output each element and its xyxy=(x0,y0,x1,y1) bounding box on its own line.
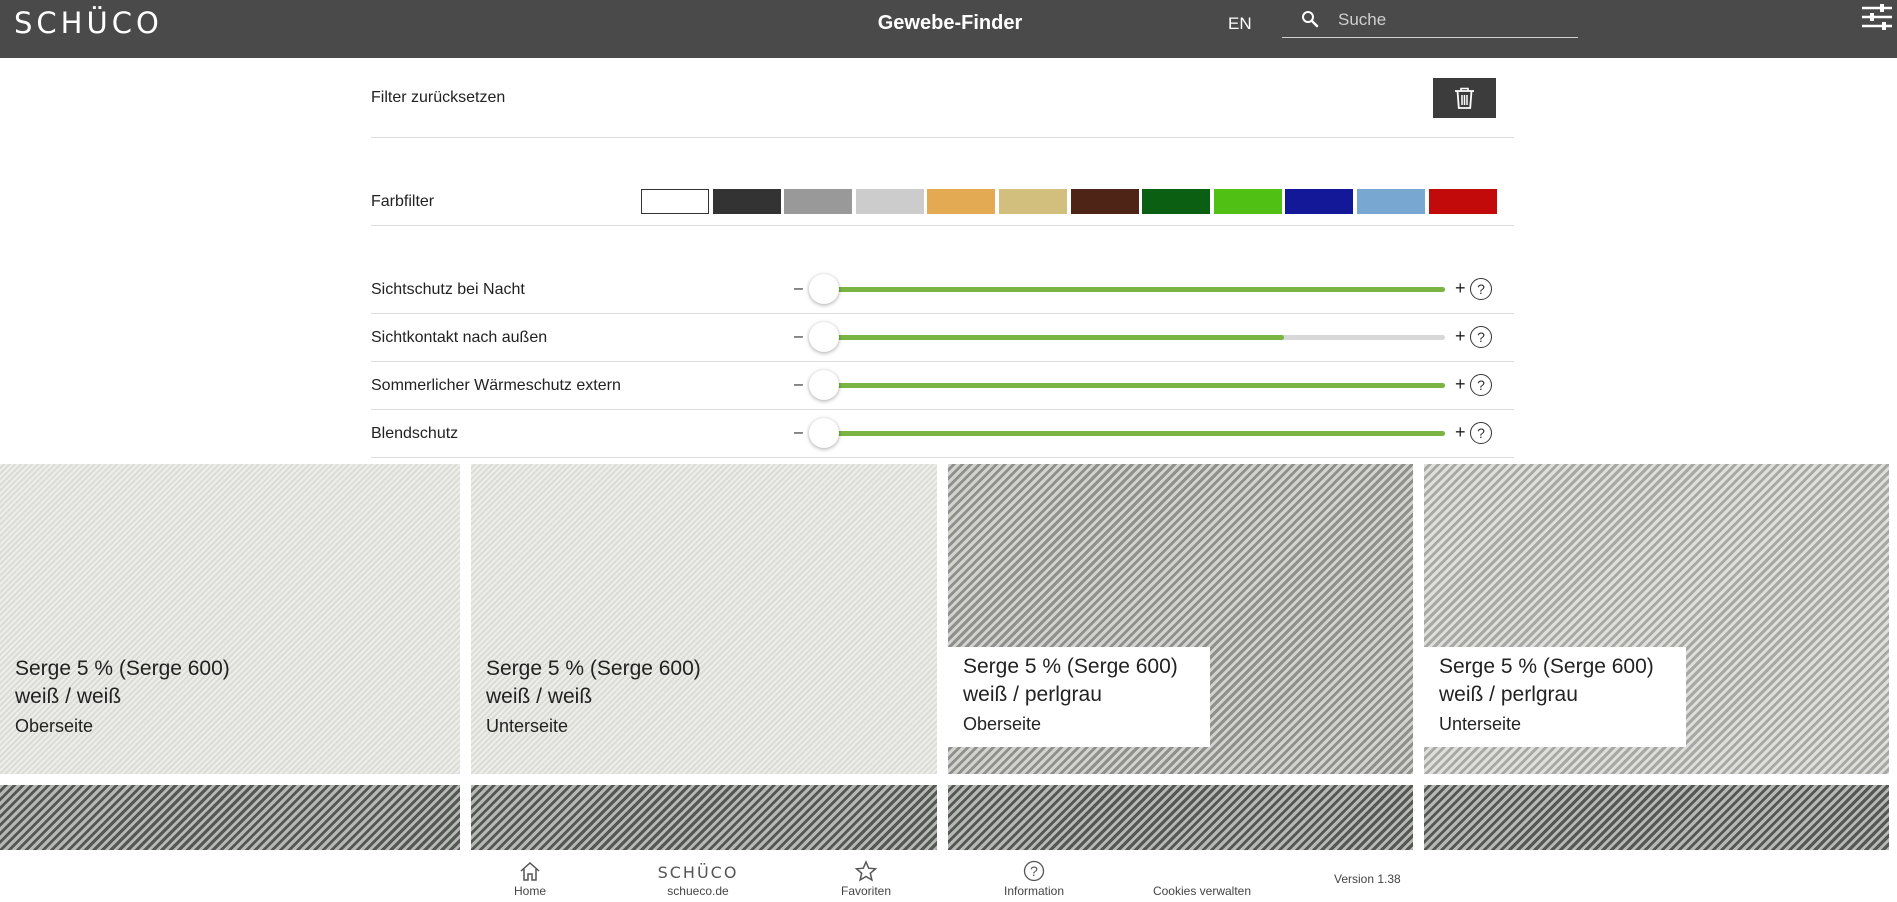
search-icon[interactable] xyxy=(1300,9,1320,29)
slider-minus: – xyxy=(794,280,803,297)
color-swatch[interactable] xyxy=(713,189,781,214)
reset-filter-button[interactable] xyxy=(1433,78,1496,118)
color-swatch[interactable] xyxy=(1142,189,1210,214)
color-swatch[interactable] xyxy=(784,189,852,214)
slider-plus: + xyxy=(1455,374,1466,394)
color-swatch[interactable] xyxy=(641,189,709,214)
color-swatch[interactable] xyxy=(999,189,1067,214)
fabric-name: Serge 5 % (Serge 600) xyxy=(486,657,701,680)
slider-track-outside-view[interactable] xyxy=(824,335,1445,340)
fabric-side: Oberseite xyxy=(963,714,1042,734)
slider-minus: – xyxy=(794,376,803,393)
fabric-side: Unterseite xyxy=(486,716,569,736)
fabric-color: weiß / weiß xyxy=(15,685,122,708)
footer-information-label: Information xyxy=(1003,884,1065,898)
footer-cookies-label: Cookies verwalten xyxy=(1152,884,1252,898)
fabric-color: weiß / perlgrau xyxy=(1439,683,1578,706)
slider-thumb-heat-protection[interactable] xyxy=(809,370,839,400)
language-switch[interactable]: EN xyxy=(1228,14,1252,34)
fabric-caption: Serge 5 % (Serge 600) weiß / weiß Unters… xyxy=(471,649,711,749)
slider-thumb-outside-view[interactable] xyxy=(809,322,839,352)
fabric-card[interactable] xyxy=(0,785,460,850)
divider xyxy=(371,225,1514,226)
slider-plus: + xyxy=(1455,422,1466,442)
color-swatch[interactable] xyxy=(1357,189,1425,214)
slider-label-heat-protection: Sommerlicher Wärmeschutz extern xyxy=(371,377,621,394)
slider-track-night-privacy[interactable] xyxy=(824,287,1445,292)
fabric-name: Serge 5 % (Serge 600) xyxy=(15,657,230,680)
fabric-card[interactable]: Serge 5 % (Serge 600) weiß / perlgrau Un… xyxy=(1424,464,1889,774)
fabric-card[interactable]: Serge 5 % (Serge 600) weiß / weiß Oberse… xyxy=(0,464,460,774)
search-box xyxy=(1282,6,1578,38)
divider xyxy=(371,313,1514,314)
color-swatch[interactable] xyxy=(856,189,924,214)
color-filter-label: Farbfilter xyxy=(371,193,435,210)
fabric-name: Serge 5 % (Serge 600) xyxy=(963,655,1178,678)
slider-fill xyxy=(824,431,1445,436)
slider-thumb-night-privacy[interactable] xyxy=(809,274,839,304)
slider-minus: – xyxy=(794,328,803,345)
footer-favorites-label: Favoriten xyxy=(840,884,892,898)
star-icon xyxy=(854,860,878,882)
slider-minus: – xyxy=(794,424,803,441)
footer-favorites[interactable]: Favoriten xyxy=(826,850,906,902)
slider-fill xyxy=(824,335,1284,340)
footer-cookies[interactable]: Cookies verwalten xyxy=(1140,850,1264,902)
fabric-caption: Serge 5 % (Serge 600) weiß / perlgrau Ob… xyxy=(948,647,1210,747)
fabric-card[interactable] xyxy=(948,785,1413,850)
help-icon[interactable]: ? xyxy=(1470,326,1492,348)
footer-schueco[interactable]: SCHÜCO schueco.de xyxy=(646,850,750,902)
fabric-caption: Serge 5 % (Serge 600) weiß / perlgrau Un… xyxy=(1424,647,1686,747)
slider-label-outside-view: Sichtkontakt nach außen xyxy=(371,329,548,346)
reset-filter-label: Filter zurücksetzen xyxy=(371,89,506,106)
color-swatch[interactable] xyxy=(1285,189,1353,214)
filter-menu-icon[interactable] xyxy=(1860,2,1894,32)
slider-plus: + xyxy=(1455,278,1466,298)
footer-nav: Home SCHÜCO schueco.de Favoriten ? Infor… xyxy=(0,850,1897,902)
trash-icon xyxy=(1455,87,1474,109)
fabric-color: weiß / weiß xyxy=(486,685,593,708)
help-icon[interactable]: ? xyxy=(1470,374,1492,396)
color-swatch[interactable] xyxy=(1429,189,1497,214)
slider-thumb-glare-protection[interactable] xyxy=(809,418,839,448)
footer-information[interactable]: ? Information xyxy=(990,850,1078,902)
fabric-side: Oberseite xyxy=(15,716,94,736)
slider-fill xyxy=(824,383,1445,388)
svg-text:?: ? xyxy=(1030,863,1038,879)
fabric-card[interactable]: Serge 5 % (Serge 600) weiß / weiß Unters… xyxy=(471,464,937,774)
divider xyxy=(371,457,1514,458)
schueco-footer-logo: SCHÜCO xyxy=(657,863,739,882)
fabric-card[interactable] xyxy=(471,785,937,850)
footer-home[interactable]: Home xyxy=(500,850,560,902)
home-icon xyxy=(520,861,540,881)
search-input[interactable] xyxy=(1338,8,1568,32)
color-swatch[interactable] xyxy=(1071,189,1139,214)
footer-home-label: Home xyxy=(513,884,546,898)
slider-label-night-privacy: Sichtschutz bei Nacht xyxy=(371,281,525,298)
help-icon[interactable]: ? xyxy=(1470,422,1492,444)
app-header: SCHÜCO Gewebe-Finder EN xyxy=(0,0,1897,58)
footer-schueco-label: schueco.de xyxy=(667,884,729,898)
fabric-card[interactable] xyxy=(1424,785,1889,850)
slider-track-glare-protection[interactable] xyxy=(824,431,1445,436)
schueco-logo[interactable]: SCHÜCO xyxy=(14,9,163,38)
slider-track-heat-protection[interactable] xyxy=(824,383,1445,388)
color-swatch[interactable] xyxy=(927,189,995,214)
slider-label-glare-protection: Blendschutz xyxy=(371,425,459,442)
app-title: Gewebe-Finder xyxy=(877,12,1023,34)
fabric-caption: Serge 5 % (Serge 600) weiß / weiß Oberse… xyxy=(0,649,240,749)
fabric-side: Unterseite xyxy=(1439,714,1522,734)
help-icon[interactable]: ? xyxy=(1470,278,1492,300)
fabric-card[interactable]: Serge 5 % (Serge 600) weiß / perlgrau Ob… xyxy=(948,464,1413,774)
question-circle-icon: ? xyxy=(1023,860,1045,882)
divider xyxy=(371,137,1514,138)
version-label: Version 1.38 xyxy=(1334,872,1401,886)
slider-plus: + xyxy=(1455,326,1466,346)
divider xyxy=(371,409,1514,410)
color-swatch[interactable] xyxy=(1214,189,1282,214)
slider-fill xyxy=(824,287,1445,292)
divider xyxy=(371,361,1514,362)
fabric-name: Serge 5 % (Serge 600) xyxy=(1439,655,1654,678)
fabric-color: weiß / perlgrau xyxy=(963,683,1102,706)
